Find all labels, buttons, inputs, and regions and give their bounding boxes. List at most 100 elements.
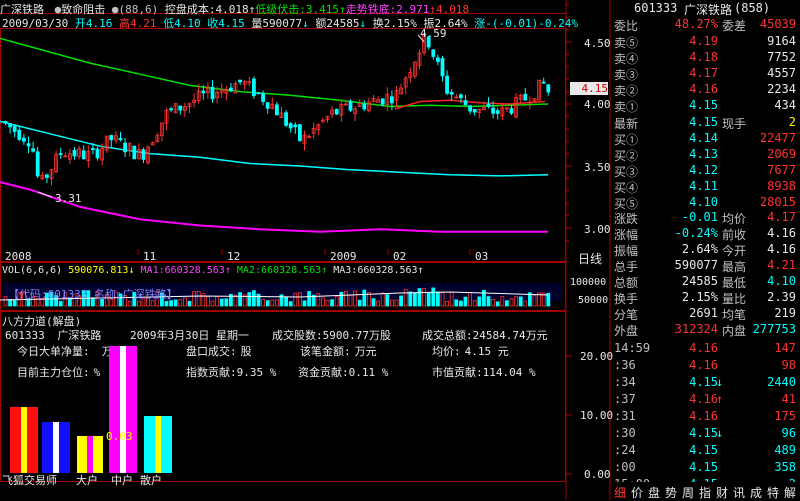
bottom-tab[interactable]: 特 [767,484,779,501]
bar-group-1-inner [21,407,27,473]
stat-value: 2.15% [681,290,718,304]
volume-bar [385,294,390,307]
ask-label: 卖① [614,100,639,114]
bottom-tab[interactable]: 细 [614,484,626,501]
bottom-tab[interactable]: 指 [699,484,711,501]
ask-label: 卖④ [614,52,639,66]
bid-row: 买③ 4.12 7677 [612,163,798,179]
quote-turnover: 2.15% [383,17,417,30]
bottom-tab[interactable]: 势 [665,484,677,501]
volume-bar [284,296,289,307]
volume-bar [523,300,528,307]
bottom-tab[interactable]: 价 [631,484,643,501]
candle-body [118,138,123,140]
bid-row: 买① 4.14 22477 [612,131,798,147]
stat-label: 振幅 [614,244,639,258]
stat-value: 4.16 [767,242,796,256]
volume-bar [389,299,394,307]
stat-row: 涨幅 -0.24% 前收 4.16 [612,226,798,242]
candle-body [132,145,137,160]
time-axis-label: 03 [475,250,489,263]
bottom-tab[interactable]: 成 [750,484,762,501]
candle-body [362,103,367,110]
ask-volume: 7752 [767,50,796,64]
ask-volume: 2234 [767,82,796,96]
tick-row: 14:59 4.16 147 [612,341,798,357]
bottom-tab[interactable]: 周 [682,484,694,501]
stat-row: 总手 590077 最高 4.21 [612,258,798,274]
bid-label: 买② [614,149,639,163]
order-ratio-row: 委比 48.27% 委差 45039 [614,17,796,33]
volume-bar [357,299,362,307]
volume-bar [431,287,436,307]
daily-tab[interactable]: 日线 [578,250,602,267]
stat-value: 4.16 [767,226,796,240]
ask-label: 卖⑤ [614,36,639,50]
volume-bar [454,299,459,307]
price-axis-label: 4.00 [584,98,611,111]
tick-volume: 175 [774,409,796,423]
candle-body [293,124,298,128]
vol-ma1: MA1:660328.563 [140,265,225,276]
bottom-tab[interactable]: 解 [784,484,796,501]
volume-axis-label: 100000 [570,277,607,288]
candle-body [256,92,261,95]
tick-volume: 147 [774,341,796,355]
bid-volume: 7677 [767,163,796,177]
volume-bar [219,298,224,307]
bar-group-4 [109,346,137,473]
lp-avg-price: 均价: 4.15 元 [432,345,509,358]
ask-price: 4.19 [689,34,718,48]
candle-body [486,103,491,108]
order-diff: 45039 [759,17,796,31]
price-axis-label: 3.00 [584,223,611,236]
bar-group-2 [42,422,70,473]
candle-body [201,90,206,94]
tick-row: :24 4.15 489 [612,443,798,459]
volume-bar [339,291,344,307]
group-label-2: 大户 [76,474,98,487]
quote-high: 4.21 [129,17,157,30]
candle-body [91,148,95,150]
tick-row: :31 4.16 175 [612,409,798,425]
tick-time: :37 [614,392,636,406]
bar-group-5 [144,416,172,473]
tick-time: :30 [614,426,636,440]
time-axis-label: 12 [227,250,241,263]
candle-body [95,148,100,159]
vol-ma2: MA2:660328.563 [236,265,322,276]
ask-price: 4.17 [689,66,718,80]
tick-time: :34 [614,375,636,389]
quote-line: 2009/03/30 开4.16 高4.21 低4.10 收4.15 量5900… [2,17,578,30]
stat-value: 24585 [681,274,718,288]
quote-volume: 590077 [262,17,303,30]
inner-volume: 277753 [752,322,796,336]
stat-value: 4.21 [767,258,796,272]
lp-name: 广深铁路 [57,329,102,342]
bar-group-3 [77,436,103,473]
volume-bar [376,300,381,307]
lp-amount: 成交总额:24584.74万元 [422,329,548,342]
vol-ma3: MA3:660328.563 [333,265,418,276]
bottom-tab[interactable]: 盘 [648,484,660,501]
tick-volume: 2440 [767,375,796,389]
candle-body [546,84,551,93]
candle-body [35,151,40,177]
vol-value: 590076.813 [68,265,129,276]
bid-label: 买③ [614,165,639,179]
volume-header: VOL(6,6,6) 590076.813↓ MA1:660328.563↑ M… [2,265,424,276]
tick-row: :00 4.15 358 [612,460,798,476]
volume-bar [458,300,463,307]
main-chart-canvas[interactable] [0,0,612,500]
stat-label: 涨跌 [614,212,639,226]
bottom-tab[interactable]: 讯 [733,484,745,501]
candle-body [3,121,8,124]
bottom-tab[interactable]: 财 [716,484,728,501]
candle-body [17,129,22,140]
tick-time: :24 [614,443,636,457]
stat-label: 涨幅 [614,228,639,242]
candle-body [238,79,243,83]
trough-label: 3.31 [55,192,82,205]
time-axis-label: 2009 [330,250,357,263]
ask-row: 卖③ 4.17 4557 [612,66,798,82]
